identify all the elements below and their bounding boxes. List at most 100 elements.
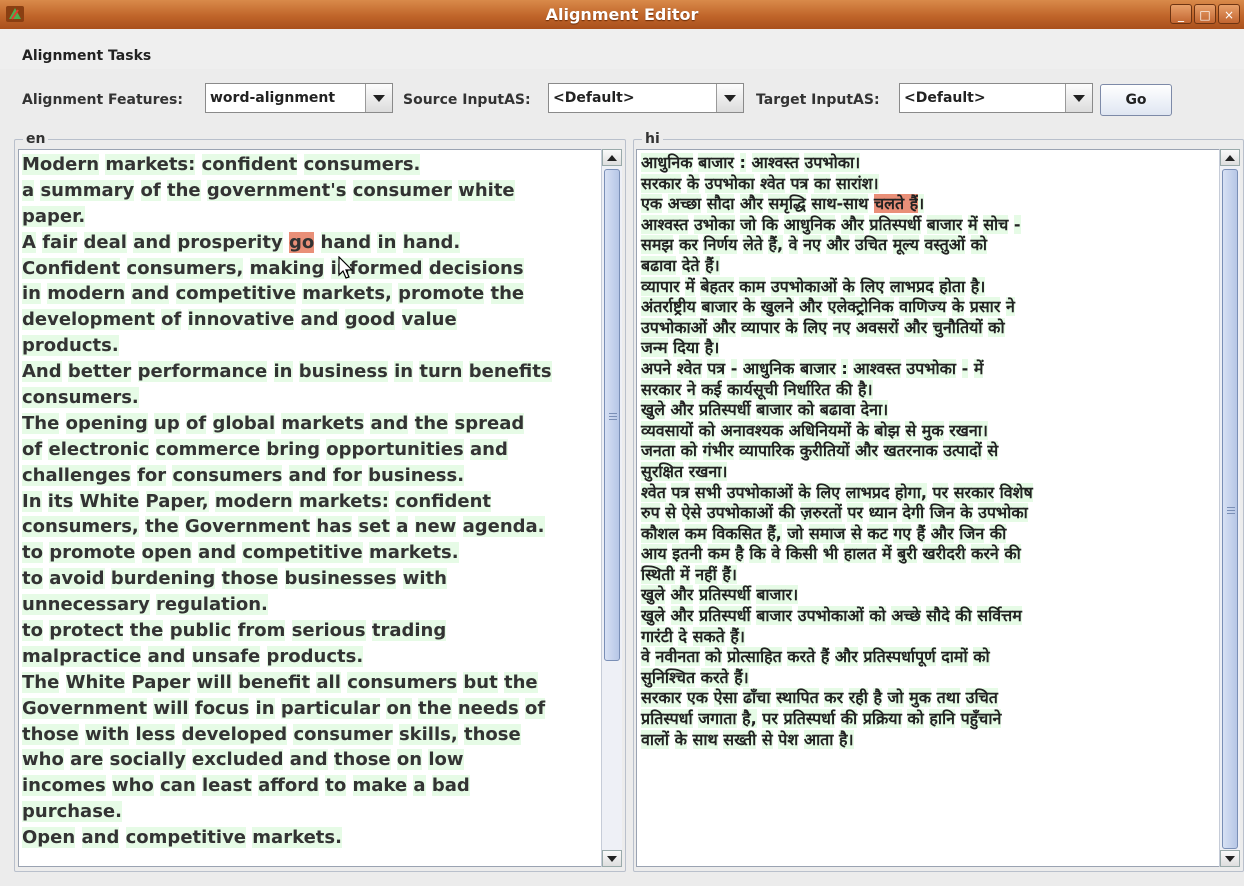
token[interactable]: ।	[918, 194, 925, 214]
token[interactable]: and	[198, 542, 237, 564]
token[interactable]: एक	[641, 194, 663, 214]
token[interactable]: और	[826, 235, 850, 255]
token[interactable]: साथ	[692, 729, 718, 749]
token[interactable]: पर	[762, 709, 778, 729]
token[interactable]: के	[960, 503, 973, 523]
token[interactable]: consumers,	[126, 257, 244, 279]
token[interactable]: जो	[887, 688, 904, 708]
token[interactable]: making	[249, 257, 325, 279]
token[interactable]: खुलने	[760, 297, 794, 317]
token[interactable]: consumer	[293, 723, 393, 745]
token[interactable]: आश्वस्त	[641, 214, 689, 234]
token[interactable]: उपभोका	[978, 503, 1028, 523]
token[interactable]: consumers	[347, 671, 458, 693]
token[interactable]: बाजार	[926, 214, 963, 234]
token[interactable]: and	[370, 412, 409, 434]
token[interactable]: the	[167, 179, 201, 201]
token[interactable]: new	[414, 516, 457, 538]
token[interactable]: avoid	[49, 568, 105, 590]
token[interactable]: summary	[40, 179, 135, 201]
token[interactable]: markets.	[368, 542, 459, 564]
token[interactable]: its	[47, 490, 74, 512]
token[interactable]: with	[85, 723, 130, 745]
token[interactable]: रखना।	[949, 420, 988, 440]
token[interactable]: promote	[398, 283, 485, 305]
token[interactable]: in	[394, 361, 414, 383]
token[interactable]: markets:	[105, 154, 196, 175]
token[interactable]: किसी	[785, 544, 818, 564]
token[interactable]: भी	[822, 544, 839, 564]
token[interactable]: serious	[291, 620, 366, 642]
token[interactable]: रखना।	[688, 461, 728, 481]
token[interactable]: निर्णय	[703, 235, 738, 255]
token[interactable]: of	[186, 412, 207, 434]
token[interactable]: गए	[893, 523, 912, 543]
target-scrollbar[interactable]	[1219, 149, 1240, 867]
token[interactable]: को	[797, 400, 815, 420]
token[interactable]: सौदे	[926, 606, 950, 626]
token[interactable]: agenda.	[462, 516, 545, 538]
token[interactable]: trading	[371, 620, 447, 642]
token[interactable]: अच्छे	[891, 606, 921, 626]
token[interactable]: white	[458, 179, 515, 201]
token[interactable]: सौदा	[706, 194, 735, 214]
token[interactable]: अधिनियमों	[788, 420, 851, 440]
token[interactable]: हैं।	[705, 255, 720, 275]
token[interactable]: और	[799, 297, 823, 317]
token[interactable]: a	[22, 179, 35, 201]
token[interactable]: का	[813, 173, 831, 193]
token[interactable]: of	[22, 438, 43, 460]
token[interactable]: least	[202, 775, 252, 797]
token[interactable]: उपभोकाओं	[797, 606, 864, 626]
token[interactable]: कि	[749, 544, 766, 564]
token[interactable]: up	[154, 412, 180, 434]
token[interactable]: has	[316, 516, 353, 538]
token[interactable]: से	[665, 503, 677, 523]
maximize-button[interactable]: □	[1194, 4, 1216, 24]
source-scrollbar[interactable]	[601, 149, 622, 867]
token[interactable]: to	[22, 620, 43, 642]
token[interactable]: हालत	[843, 544, 877, 564]
token[interactable]: हैं।	[734, 667, 749, 687]
token[interactable]: prosperity	[177, 231, 283, 253]
token[interactable]: सख्ती	[723, 729, 757, 749]
token[interactable]: पहुँचाने	[960, 709, 1002, 729]
token[interactable]: की	[955, 606, 972, 626]
token[interactable]: में	[685, 276, 695, 296]
token[interactable]: Open	[22, 827, 76, 849]
token[interactable]: सारांश।	[835, 173, 879, 193]
token[interactable]: आधुनिक	[641, 153, 693, 172]
token[interactable]: है।	[857, 379, 873, 399]
token[interactable]: purchase.	[22, 801, 122, 823]
token[interactable]: products.	[22, 335, 119, 357]
token[interactable]: देते	[681, 255, 700, 275]
token[interactable]: make	[352, 775, 408, 797]
token[interactable]: public	[169, 620, 232, 642]
token[interactable]: के	[742, 297, 756, 317]
token[interactable]: की	[778, 503, 795, 523]
token[interactable]: अपने	[641, 358, 672, 378]
token[interactable]: रुप	[641, 503, 660, 523]
token[interactable]: श्वेत	[676, 358, 702, 378]
token[interactable]: सकते	[692, 626, 725, 646]
token[interactable]: कुरीतियों	[799, 441, 850, 461]
token[interactable]: will	[196, 671, 232, 693]
token[interactable]: इतनी	[672, 544, 703, 564]
token[interactable]: जिन	[929, 503, 955, 523]
token[interactable]: a	[413, 775, 426, 797]
token[interactable]: के	[785, 317, 798, 337]
token[interactable]: afford	[258, 775, 319, 797]
token[interactable]: हैं,	[768, 235, 784, 255]
token[interactable]: सभी	[694, 482, 722, 502]
token[interactable]: markets	[281, 412, 365, 434]
token[interactable]: प्रतिस्पर्धा	[641, 709, 693, 729]
token[interactable]: जन्म	[641, 338, 668, 358]
token[interactable]: can	[160, 775, 196, 797]
token[interactable]: In	[22, 490, 42, 512]
token[interactable]: skills,	[398, 723, 458, 745]
token[interactable]: खतरनाक	[883, 441, 938, 461]
token[interactable]: Modern	[22, 154, 100, 175]
token[interactable]: and	[300, 309, 339, 331]
token[interactable]: प्रोत्साहित	[727, 647, 782, 667]
token[interactable]: हैं,	[767, 523, 782, 543]
